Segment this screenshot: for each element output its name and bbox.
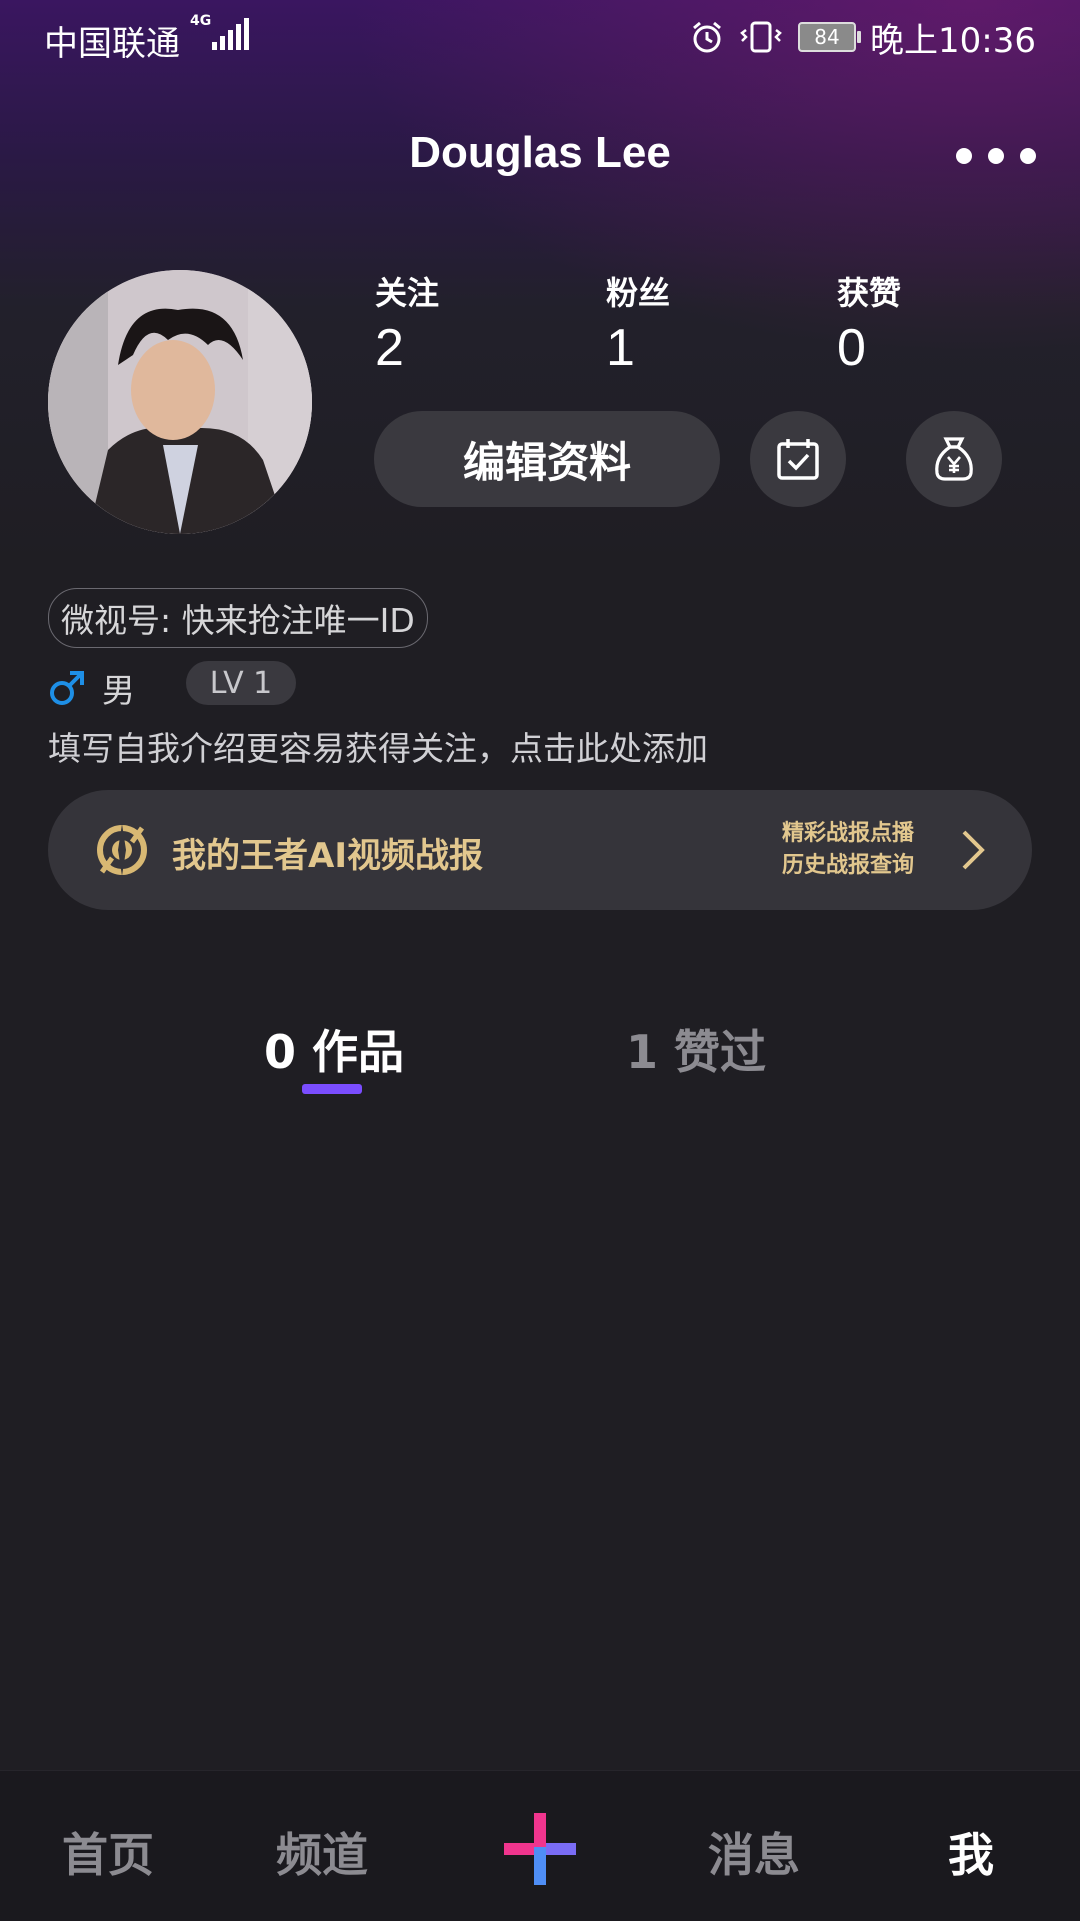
followers-label: 粉丝 xyxy=(606,274,671,312)
edit-profile-button[interactable]: 编辑资料 xyxy=(374,411,720,507)
followers-stat[interactable]: 粉丝 1 xyxy=(606,268,756,378)
dot-icon xyxy=(956,148,972,164)
tab-works[interactable]: 0 作品 xyxy=(264,1016,404,1082)
calendar-check-icon xyxy=(777,439,819,480)
ai-battle-report-banner[interactable]: 我的王者AI视频战报 精彩战报点播 历史战报查询 xyxy=(48,790,1032,910)
clock: 晚上10:36 xyxy=(870,20,1036,61)
chevron-right-icon xyxy=(962,830,985,870)
likes-label: 获赞 xyxy=(837,274,902,312)
dot-icon xyxy=(988,148,1004,164)
banner-title: 我的王者AI视频战报 xyxy=(172,836,483,876)
dot-icon xyxy=(1020,148,1036,164)
more-options-button[interactable] xyxy=(956,144,1036,168)
wallet-button[interactable] xyxy=(906,411,1002,507)
nav-home[interactable]: 首页 xyxy=(62,1819,154,1885)
carrier-name: 中国联通 xyxy=(44,24,180,64)
gender-label: 男 xyxy=(102,671,135,710)
likes-stat[interactable]: 获赞 0 xyxy=(837,268,987,378)
signal-icon: 4G xyxy=(190,14,250,54)
banner-line-1: 精彩战报点播 xyxy=(781,821,914,846)
followers-count: 1 xyxy=(606,319,635,377)
bottom-navigation: 首页 频道 消息 我 xyxy=(0,1770,1080,1921)
banner-line-2: 历史战报查询 xyxy=(781,853,914,878)
checkin-button[interactable] xyxy=(750,411,846,507)
game-emblem-icon xyxy=(97,824,147,876)
male-icon xyxy=(50,671,84,705)
status-bar: 中国联通 4G 84 晚上10:36 xyxy=(0,0,1080,76)
vibrate-icon xyxy=(740,21,782,53)
banner-subtitle: 精彩战报点播 历史战报查询 xyxy=(782,818,914,882)
nav-channel[interactable]: 频道 xyxy=(276,1819,368,1885)
weishi-id-tag[interactable]: 微视号: 快来抢注唯一ID xyxy=(48,588,428,648)
following-stat[interactable]: 关注 2 xyxy=(375,268,525,378)
nav-me[interactable]: 我 xyxy=(948,1819,994,1885)
create-plus-icon[interactable] xyxy=(502,1811,578,1887)
likes-count: 0 xyxy=(837,319,866,377)
profile-name: Douglas Lee xyxy=(409,128,671,177)
gender-info: 男 xyxy=(48,664,135,712)
following-label: 关注 xyxy=(375,274,440,312)
following-count: 2 xyxy=(375,319,404,377)
money-bag-icon xyxy=(935,437,973,481)
battery-icon: 84 xyxy=(798,22,862,52)
active-tab-indicator xyxy=(302,1084,362,1094)
avatar-image xyxy=(48,270,312,534)
battery-level: 84 xyxy=(814,25,840,49)
network-type: 4G xyxy=(190,13,212,29)
tab-liked[interactable]: 1 赞过 xyxy=(626,1016,766,1082)
alarm-icon xyxy=(693,21,721,53)
nav-messages[interactable]: 消息 xyxy=(708,1819,800,1885)
bio-placeholder[interactable]: 填写自我介绍更容易获得关注，点击此处添加 xyxy=(48,722,708,770)
level-badge: LV 1 xyxy=(186,661,296,705)
avatar[interactable] xyxy=(48,270,312,534)
